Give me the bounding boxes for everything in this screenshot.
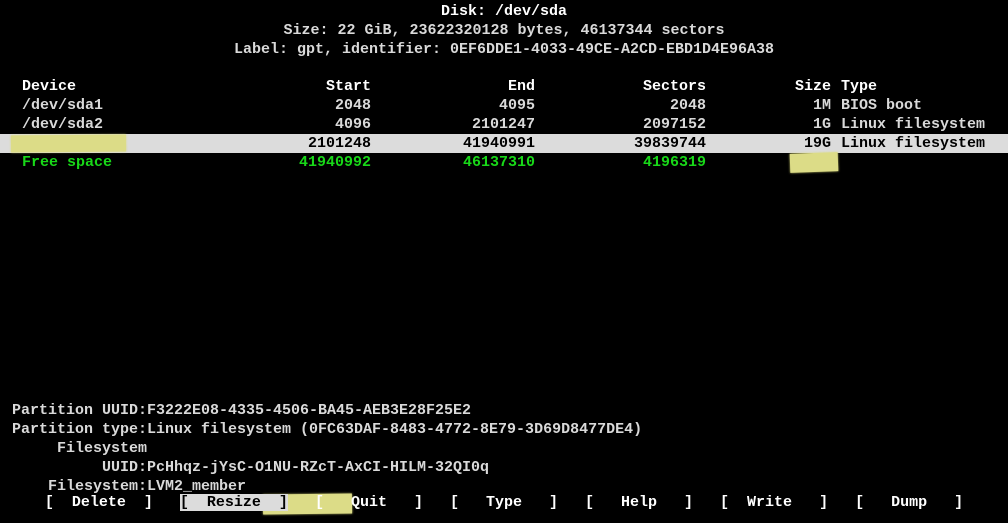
cell-size: 19G	[708, 134, 831, 153]
col-size: Size	[708, 77, 831, 96]
cell-size: 2G	[708, 153, 831, 172]
cell-size: 1M	[708, 96, 831, 115]
cell-start: 2048	[211, 96, 371, 115]
menu-help[interactable]: [ Help ]	[585, 494, 720, 511]
cell-sectors: 39839744	[548, 134, 706, 153]
partition-uuid-value: F3222E08-4335-4506-BA45-AEB3E28F25E2	[147, 402, 471, 419]
cell-sectors: 4196319	[548, 153, 706, 172]
table-header: Device Start End Sectors Size Type	[0, 77, 1008, 96]
menu-quit[interactable]: [ Quit ]	[315, 494, 450, 511]
menu-write[interactable]: [ Write ]	[720, 494, 855, 511]
cell-end: 4095	[385, 96, 535, 115]
partition-info: Partition UUID: F3222E08-4335-4506-BA45-…	[10, 401, 642, 496]
menu-dump[interactable]: [ Dump ]	[855, 494, 963, 511]
cell-device: /dev/sda2	[22, 115, 157, 134]
menu-resize[interactable]: [ Resize ]	[180, 494, 288, 511]
disk-label: Disk:	[441, 3, 495, 20]
cfdisk-screen: Disk: /dev/sda Size: 22 GiB, 23622320128…	[0, 0, 1008, 523]
cell-type: Linux filesystem	[841, 134, 1001, 153]
cell-device: /dev/sda1	[22, 96, 157, 115]
cell-type: BIOS boot	[841, 96, 1001, 115]
action-menu: [ Delete ] [ Resize ] [ Quit ] [ Type ] …	[0, 493, 1008, 512]
col-sectors: Sectors	[548, 77, 706, 96]
cell-end: 41940991	[385, 134, 535, 153]
table-row[interactable]: /dev/sda12048409520481MBIOS boot	[0, 96, 1008, 115]
col-type: Type	[841, 77, 1001, 96]
col-device: Device	[22, 77, 157, 96]
header: Disk: /dev/sda Size: 22 GiB, 23622320128…	[0, 0, 1008, 59]
cell-start: 4096	[211, 115, 371, 134]
cell-size: 1G	[708, 115, 831, 134]
cell-start: 2101248	[211, 134, 371, 153]
disk-label-line: Label: gpt, identifier: 0EF6DDE1-4033-49…	[0, 40, 1008, 59]
table-row[interactable]: /dev/sda2 4096 2101247 20971521G Linux files…	[0, 115, 1008, 134]
partition-type-value: Linux filesystem (0FC63DAF-8483-4772-8E7…	[147, 421, 642, 438]
partition-type-label: Partition type:	[10, 420, 147, 439]
filesystem-uuid-value: PcHhqz-jYsC-O1NU-RZcT-AxCI-HILM-32QI0q	[147, 459, 489, 476]
cell-sectors: 2097152	[548, 115, 706, 134]
cell-end: 2101247	[385, 115, 535, 134]
cell-device: /dev/sda3	[22, 134, 157, 153]
cell-device: Free space	[22, 153, 157, 172]
disk-title: Disk: /dev/sda	[0, 2, 1008, 21]
menu-type[interactable]: [ Type ]	[450, 494, 585, 511]
partition-uuid-label: Partition UUID:	[10, 401, 147, 420]
table-row[interactable]: /dev/sda3 2101248 41940991 3983974419G Linux…	[0, 134, 1008, 153]
partition-table: Device Start End Sectors Size Type /dev/…	[0, 77, 1008, 172]
col-end: End	[385, 77, 535, 96]
menu-delete[interactable]: [ Delete ]	[45, 494, 180, 511]
filesystem-uuid-label: Filesystem UUID:	[10, 439, 147, 477]
cell-sectors: 2048	[548, 96, 706, 115]
cell-start: 41940992	[211, 153, 371, 172]
disk-size-line: Size: 22 GiB, 23622320128 bytes, 4613734…	[0, 21, 1008, 40]
cell-type: Linux filesystem	[841, 115, 1001, 134]
table-row[interactable]: Free space 41940992 46137310 41963192G	[0, 153, 1008, 172]
disk-path: /dev/sda	[495, 3, 567, 20]
col-start: Start	[211, 77, 371, 96]
cell-end: 46137310	[385, 153, 535, 172]
